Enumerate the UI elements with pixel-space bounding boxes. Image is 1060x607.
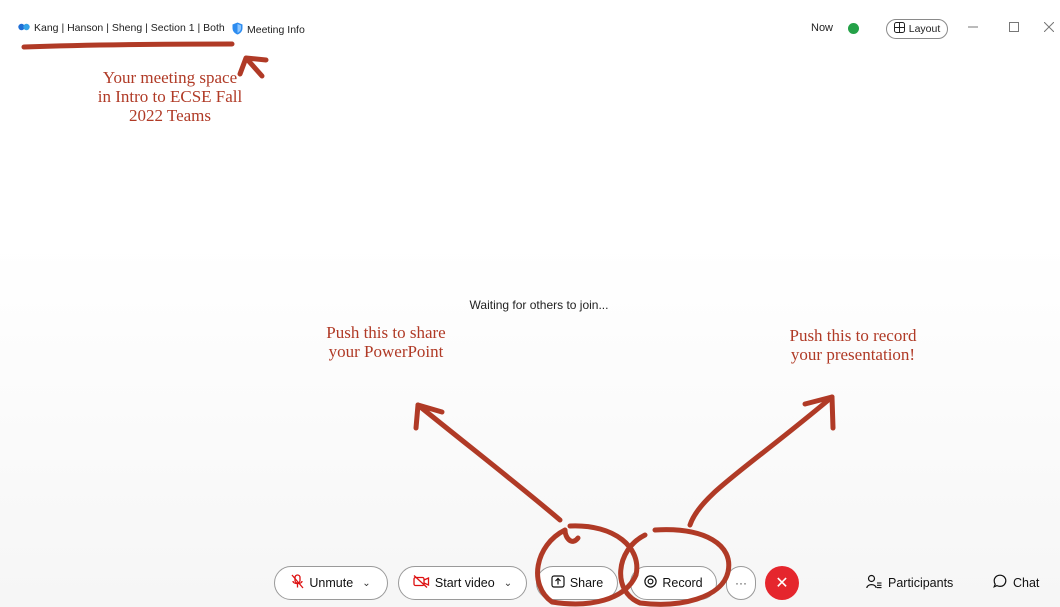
- meeting-title-text: Kang | Hanson | Sheng | Section 1 | Both: [34, 22, 225, 34]
- end-call-button[interactable]: ✕: [765, 566, 799, 600]
- record-label: Record: [662, 576, 703, 590]
- annotation-line: your PowerPoint: [328, 342, 444, 361]
- annotation-line: your presentation!: [790, 345, 916, 364]
- start-video-button[interactable]: Start video ⌄: [398, 566, 527, 600]
- meeting-info-label: Meeting Info: [247, 24, 305, 36]
- grid-icon: [893, 22, 905, 36]
- chat-button[interactable]: Chat: [993, 574, 1039, 591]
- annotation-line: Push this to share: [326, 323, 446, 342]
- layout-button[interactable]: Layout: [886, 19, 948, 39]
- shield-icon: [232, 22, 243, 38]
- annotation-record-hint: Push this to record your presentation!: [768, 326, 938, 364]
- arrow-to-record-head: [802, 394, 836, 431]
- record-button[interactable]: Record: [630, 566, 717, 600]
- unmute-label: Unmute: [309, 576, 354, 590]
- meeting-controls: Unmute ⌄ Start video ⌄ Share Record ··· …: [0, 566, 1060, 602]
- unmute-button[interactable]: Unmute ⌄: [274, 566, 388, 600]
- share-button[interactable]: Share: [536, 566, 618, 600]
- waiting-message: Waiting for others to join...: [469, 298, 609, 312]
- start-video-label: Start video: [434, 576, 495, 590]
- webex-logo-icon: [18, 22, 30, 34]
- microphone-muted-icon: [291, 574, 304, 592]
- maximize-icon[interactable]: [1003, 16, 1025, 38]
- meeting-info-button[interactable]: Meeting Info: [232, 22, 305, 38]
- arrow-to-share-shaft: [415, 402, 563, 523]
- participants-button[interactable]: Participants: [866, 574, 953, 592]
- annotation-line: Your meeting space: [102, 68, 238, 87]
- annotation-meeting-space: Your meeting space in Intro to ECSE Fall…: [85, 68, 255, 125]
- chevron-down-icon[interactable]: ⌄: [362, 578, 370, 589]
- more-options-button[interactable]: ···: [726, 566, 756, 600]
- record-icon: [644, 575, 658, 591]
- share-icon: [551, 575, 565, 591]
- arrow-to-record-shaft: [687, 394, 835, 528]
- chat-icon: [993, 574, 1007, 591]
- meeting-timer: Now: [811, 22, 834, 34]
- top-bar: Kang | Hanson | Sheng | Section 1 | Both…: [0, 0, 1060, 58]
- arrow-to-share-head: [413, 402, 445, 431]
- layout-label: Layout: [908, 23, 941, 35]
- annotation-line: in Intro to ECSE Fall: [97, 87, 243, 106]
- annotation-line: 2022 Teams: [128, 106, 212, 125]
- participants-label: Participants: [888, 576, 954, 590]
- minimize-icon[interactable]: [962, 16, 984, 38]
- annotation-line: Push this to record: [789, 326, 917, 345]
- close-icon[interactable]: [1038, 16, 1060, 38]
- participants-icon: [866, 574, 882, 592]
- connection-signal-icon[interactable]: [848, 23, 859, 34]
- video-off-icon: [413, 575, 430, 591]
- chevron-down-icon[interactable]: ⌄: [504, 578, 512, 589]
- annotation-share-hint: Push this to share your PowerPoint: [306, 323, 466, 361]
- meeting-title: Kang | Hanson | Sheng | Section 1 | Both: [18, 22, 225, 34]
- share-label: Share: [569, 576, 604, 590]
- chat-label: Chat: [1013, 575, 1040, 590]
